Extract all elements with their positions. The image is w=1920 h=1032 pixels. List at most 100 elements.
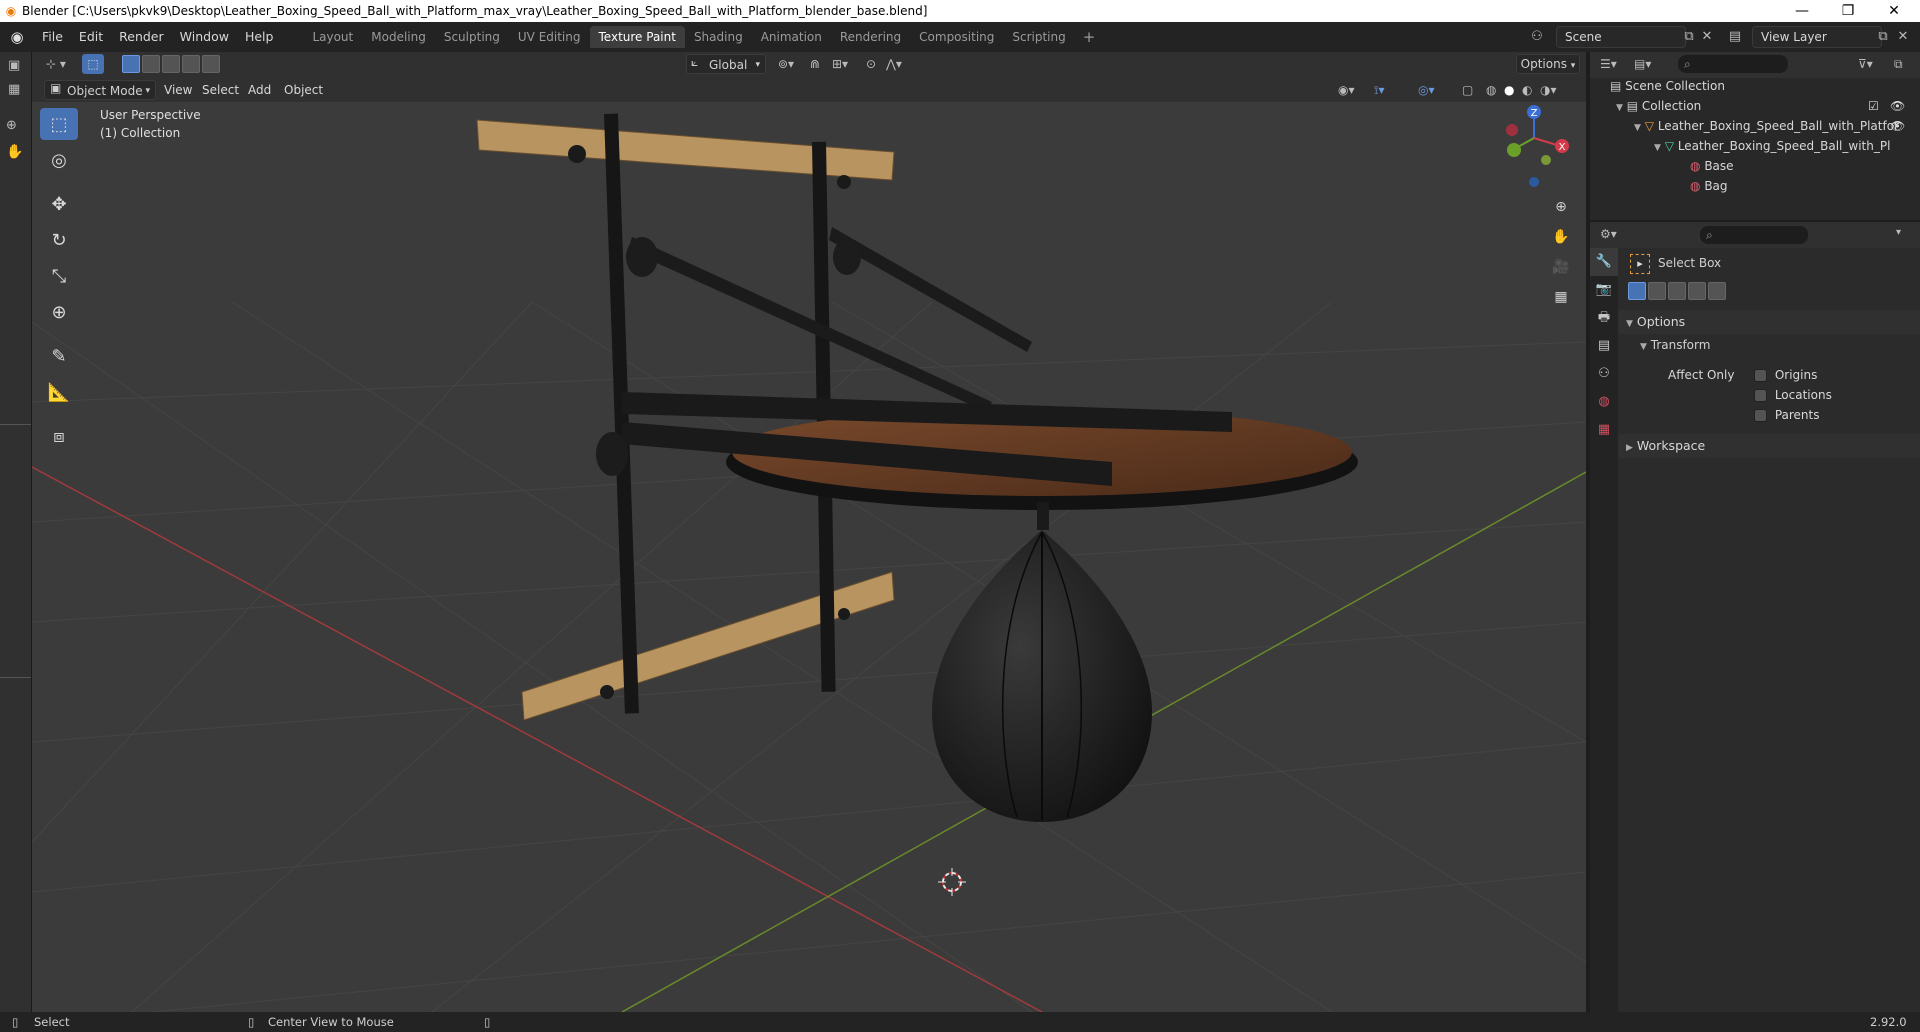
selection-mode-buttons[interactable] bbox=[122, 55, 222, 73]
subtract-selection-icon[interactable] bbox=[162, 55, 180, 73]
outliner-row-material-bag[interactable]: ◍ Bag bbox=[1690, 176, 1728, 196]
chevron-down-icon[interactable]: ▾ bbox=[1896, 227, 1901, 238]
new-collection-icon[interactable]: ⧉ bbox=[1894, 57, 1903, 72]
restore-button[interactable]: ❐ bbox=[1826, 0, 1870, 22]
invert-selection-icon[interactable] bbox=[1688, 282, 1706, 300]
snap-icon[interactable]: ⋒ bbox=[804, 54, 826, 74]
expand-triangle-icon[interactable]: ▼ bbox=[1616, 103, 1623, 113]
measure-tool-icon[interactable]: 📐 bbox=[40, 376, 78, 408]
pivot-point-icon[interactable]: ⊚▾ bbox=[772, 54, 800, 74]
output-tab-icon[interactable]: 🖶 bbox=[1590, 304, 1618, 332]
falloff-icon[interactable]: ⋀▾ bbox=[880, 54, 908, 74]
tab-compositing[interactable]: Compositing bbox=[910, 26, 1003, 48]
outliner-row-scene-collection[interactable]: ▤ Scene Collection bbox=[1610, 76, 1725, 96]
scene-tab-icon[interactable]: ⚇ bbox=[1590, 360, 1618, 388]
new-view-layer-icon[interactable]: ⧉ bbox=[1874, 28, 1892, 46]
visibility-icon[interactable]: ◉▾ bbox=[1332, 80, 1361, 100]
scene-field[interactable]: Scene bbox=[1556, 26, 1686, 48]
tab-modeling[interactable]: Modeling bbox=[362, 26, 435, 48]
overlay-toggle-icon[interactable]: ◎▾ bbox=[1412, 80, 1441, 100]
set-selection-icon[interactable] bbox=[122, 55, 140, 73]
annotate-tool-icon[interactable]: ✎ bbox=[40, 340, 78, 372]
add-workspace-button[interactable]: + bbox=[1075, 28, 1104, 46]
navigation-gizmo[interactable]: Z X bbox=[1506, 105, 1569, 187]
menu-render[interactable]: Render bbox=[111, 22, 172, 52]
eye-icon[interactable]: 👁 bbox=[1890, 116, 1905, 136]
add-cube-tool-icon[interactable]: ⧈ bbox=[40, 420, 78, 452]
pan-view-icon[interactable]: ✋ bbox=[1548, 224, 1574, 250]
tab-layout[interactable]: Layout bbox=[303, 26, 362, 48]
checker-icon[interactable]: ▦ bbox=[8, 82, 20, 97]
transform-tool-icon[interactable]: ⊕ bbox=[40, 296, 78, 328]
menu-edit[interactable]: Edit bbox=[71, 22, 111, 52]
intersect-selection-icon[interactable] bbox=[1708, 282, 1726, 300]
select-tool-icon[interactable]: ⬚ bbox=[82, 54, 104, 74]
tab-uv-editing[interactable]: UV Editing bbox=[509, 26, 590, 48]
3d-cursor-icon[interactable] bbox=[938, 868, 966, 896]
delete-view-layer-icon[interactable]: ✕ bbox=[1894, 28, 1912, 46]
ortho-toggle-icon[interactable]: ▦ bbox=[1548, 284, 1574, 310]
menu-file[interactable]: File bbox=[34, 22, 71, 52]
tab-texture-paint[interactable]: Texture Paint bbox=[589, 26, 685, 48]
menu-select[interactable]: Select bbox=[196, 80, 245, 100]
outliner-row-object[interactable]: ▼ ▽ Leather_Boxing_Speed_Ball_with_Platf… bbox=[1634, 116, 1916, 136]
subtract-selection-icon[interactable] bbox=[1668, 282, 1686, 300]
outliner-row-collection[interactable]: ▼ ▤ Collection ☑ 👁 bbox=[1616, 96, 1916, 116]
proportional-edit-icon[interactable]: ⊙ bbox=[860, 54, 882, 74]
rendered-shading-icon[interactable]: ◑▾ bbox=[1534, 80, 1563, 100]
outliner-editor-type-icon[interactable]: ☰▾ bbox=[1600, 57, 1617, 71]
xray-icon[interactable]: ▢ bbox=[1456, 80, 1479, 100]
properties-search-input[interactable]: ⌕ bbox=[1700, 226, 1808, 244]
menu-window[interactable]: Window bbox=[172, 22, 237, 52]
gizmo-neg-z-handle[interactable] bbox=[1529, 177, 1539, 187]
gizmo-neg-x-handle[interactable] bbox=[1506, 124, 1518, 136]
zoom-view-icon[interactable]: ⊕ bbox=[1548, 194, 1574, 220]
workspace-panel-header[interactable]: ▶ Workspace bbox=[1618, 434, 1920, 458]
blender-menu-icon[interactable]: ◉ bbox=[0, 28, 34, 46]
locations-checkbox[interactable]: Locations bbox=[1754, 386, 1832, 404]
view-layer-icon[interactable]: ▤ bbox=[1726, 28, 1744, 46]
filter-icon[interactable]: ⊽▾ bbox=[1858, 57, 1873, 71]
gizmo-toggle-icon[interactable]: ⟟▾ bbox=[1368, 80, 1391, 100]
tab-sculpting[interactable]: Sculpting bbox=[435, 26, 509, 48]
rotate-tool-icon[interactable]: ↻ bbox=[40, 224, 78, 256]
minimize-button[interactable]: — bbox=[1780, 0, 1824, 22]
cursor-tool-icon[interactable]: ◎ bbox=[40, 144, 78, 176]
editor-type-icon[interactable]: ▣ bbox=[8, 58, 20, 73]
checkbox-icon[interactable] bbox=[1754, 389, 1767, 402]
texture-tab-icon[interactable]: ▦ bbox=[1590, 416, 1618, 444]
gizmo-y-handle[interactable] bbox=[1507, 143, 1521, 157]
gizmo-neg-y-handle[interactable] bbox=[1541, 155, 1551, 165]
properties-editor-type-icon[interactable]: ⚙▾ bbox=[1600, 227, 1617, 241]
checkbox-icon[interactable] bbox=[1754, 369, 1767, 382]
tab-rendering[interactable]: Rendering bbox=[831, 26, 910, 48]
new-scene-icon[interactable]: ⧉ bbox=[1680, 28, 1698, 46]
camera-view-icon[interactable]: 🎥 bbox=[1548, 254, 1574, 280]
scale-tool-icon[interactable]: ⤡ bbox=[40, 260, 78, 292]
menu-object[interactable]: Object bbox=[278, 80, 329, 100]
expand-triangle-icon[interactable]: ▼ bbox=[1634, 123, 1641, 133]
move-tool-icon[interactable]: ✥ bbox=[40, 188, 78, 220]
zoom-icon[interactable]: ⊕ bbox=[6, 118, 17, 133]
render-tab-icon[interactable]: 📷 bbox=[1590, 276, 1618, 304]
select-box-tool-icon[interactable]: ⬚ bbox=[40, 108, 78, 140]
extend-selection-icon[interactable] bbox=[1648, 282, 1666, 300]
transform-subpanel-header[interactable]: ▼ Transform bbox=[1640, 338, 1710, 352]
viewport-scene[interactable]: Z X bbox=[32, 102, 1586, 1012]
outliner-row-mesh[interactable]: ▼ ▽ Leather_Boxing_Speed_Ball_with_Pl bbox=[1654, 136, 1890, 156]
snap-target-icon[interactable]: ⊞▾ bbox=[826, 54, 854, 74]
options-dropdown[interactable]: Options ▾ bbox=[1516, 54, 1580, 74]
menu-add[interactable]: Add bbox=[242, 80, 277, 100]
delete-scene-icon[interactable]: ✕ bbox=[1698, 28, 1716, 46]
world-tab-icon[interactable]: ◍ bbox=[1590, 388, 1618, 416]
options-panel-header[interactable]: ▼ Options bbox=[1618, 310, 1920, 334]
view-layer-tab-icon[interactable]: ▤ bbox=[1590, 332, 1618, 360]
extend-selection-icon[interactable] bbox=[142, 55, 160, 73]
invert-selection-icon[interactable] bbox=[182, 55, 200, 73]
checkbox-icon[interactable] bbox=[1754, 409, 1767, 422]
3d-viewport[interactable]: Z X User Perspective (1) Collection ⊕ ✋ … bbox=[32, 102, 1586, 1012]
outliner-row-material-base[interactable]: ◍ Base bbox=[1690, 156, 1734, 176]
mode-dropdown[interactable]: ▣ Object Mode ▾ bbox=[44, 80, 156, 100]
parents-checkbox[interactable]: Parents bbox=[1754, 406, 1820, 424]
exclude-checkbox-icon[interactable]: ☑ bbox=[1868, 96, 1879, 116]
